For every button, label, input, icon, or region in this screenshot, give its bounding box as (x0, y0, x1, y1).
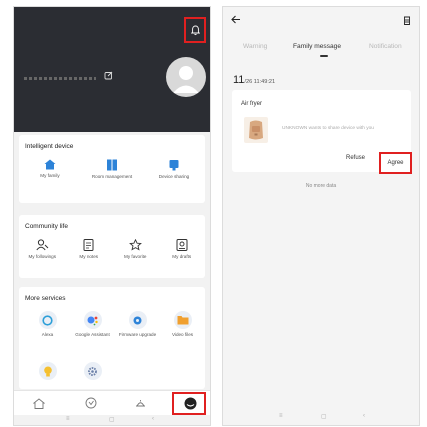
firmware-upgrade-item[interactable]: Firmware upgrade (115, 311, 160, 338)
system-menu-button[interactable]: ≡ (279, 413, 283, 419)
message-screen: Warning Family message Notification 11/2… (222, 6, 420, 426)
notification-button[interactable] (184, 17, 206, 43)
nav-profile[interactable] (181, 394, 199, 412)
tab-warning[interactable]: Warning (243, 43, 267, 50)
nav-cook[interactable] (131, 394, 149, 412)
explore-icon (85, 397, 97, 409)
home-icon (33, 397, 45, 409)
more-services-card: More services Alexa Google Assistant Fir… (19, 287, 205, 389)
video-files-item[interactable]: Video files (160, 311, 205, 338)
notes-icon (83, 239, 94, 251)
room-management-item[interactable]: Room management (89, 159, 135, 180)
service-item-settings[interactable] (70, 362, 115, 380)
system-home-button[interactable]: ▢ (321, 413, 327, 420)
clear-messages-icon[interactable] (403, 16, 411, 25)
intelligent-device-card: Intelligent device My family Room manage… (19, 135, 205, 203)
no-more-data: No more data (305, 183, 337, 189)
my-notes-item[interactable]: My notes (66, 239, 112, 260)
avatar[interactable] (166, 57, 206, 97)
community-life-card: Community life My followings My notes My… (19, 215, 205, 278)
system-nav-bar: ≡ ▢ ‹ (14, 415, 210, 425)
my-followings-item[interactable]: My followings (19, 239, 65, 260)
system-home-button[interactable]: ▢ (109, 416, 115, 423)
alexa-icon (42, 314, 53, 326)
profile-icon (184, 397, 196, 409)
refuse-button[interactable]: Refuse (346, 155, 365, 161)
message-timestamp: 11/26 11:49:21 (233, 74, 276, 86)
back-arrow-icon[interactable] (231, 15, 241, 24)
system-menu-button[interactable]: ≡ (66, 416, 70, 422)
air-fryer-image (244, 117, 268, 143)
agree-button[interactable]: Agree (379, 152, 412, 174)
google-assistant-icon (87, 316, 98, 325)
bulb-icon (43, 366, 52, 376)
system-back-button[interactable]: ‹ (152, 416, 154, 422)
settings-icon (88, 366, 97, 376)
nav-explore[interactable] (82, 394, 100, 412)
message-tabs: Warning Family message Notification (223, 43, 419, 57)
nav-home[interactable] (30, 394, 48, 412)
alexa-item[interactable]: Alexa (25, 311, 70, 338)
bell-icon (190, 25, 200, 35)
username[interactable] (24, 77, 96, 80)
card-title: Community life (25, 223, 68, 230)
message-title: Air fryer (241, 101, 262, 107)
home-icon (44, 159, 56, 170)
system-nav-bar: ≡ ▢ ‹ (223, 409, 419, 425)
followings-icon (36, 239, 49, 251)
room-icon (107, 159, 117, 171)
avatar-icon (173, 66, 199, 93)
system-back-button[interactable]: ‹ (363, 413, 365, 419)
drafts-icon (176, 239, 188, 251)
message-text: UNKNOWN wants to share device with you (282, 126, 374, 131)
bottom-nav (14, 390, 210, 415)
service-item-light[interactable] (25, 362, 70, 380)
tab-family-message[interactable]: Family message (293, 43, 341, 50)
cook-icon (135, 399, 145, 406)
share-icon (169, 160, 179, 171)
card-title: More services (25, 295, 66, 302)
edit-icon[interactable] (104, 71, 113, 80)
profile-header (14, 7, 210, 132)
device-sharing-item[interactable]: Device sharing (151, 159, 197, 180)
my-family-item[interactable]: My family (27, 159, 73, 180)
tab-indicator (320, 55, 328, 57)
google-assistant-item[interactable]: Google Assistant (70, 311, 115, 338)
folder-icon (177, 316, 188, 325)
profile-screen: Intelligent device My family Room manage… (13, 6, 211, 426)
star-icon (128, 239, 142, 251)
firmware-icon (133, 316, 142, 324)
my-favorite-item[interactable]: My favorite (112, 239, 158, 260)
tab-notification[interactable]: Notification (369, 43, 402, 50)
card-title: Intelligent device (25, 143, 74, 150)
my-drafts-item[interactable]: My drafts (159, 239, 205, 260)
